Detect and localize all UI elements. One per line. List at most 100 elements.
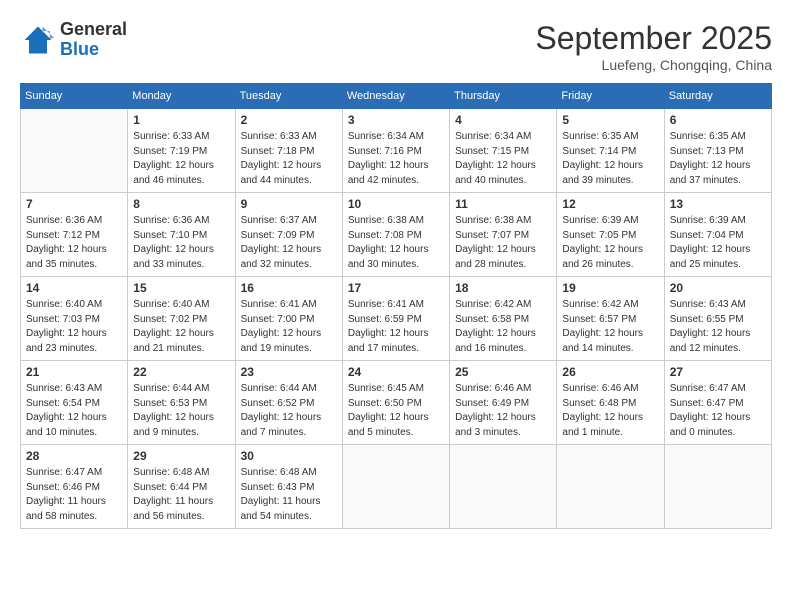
calendar-cell: 2 Sunrise: 6:33 AM Sunset: 7:18 PM Daylig… bbox=[235, 109, 342, 193]
day-info: Sunrise: 6:46 AM Sunset: 6:48 PM Dayligh… bbox=[562, 382, 658, 440]
calendar-cell: 1Sunrise: 6:33 AM Sunset: 7:19 PM Daylig… bbox=[128, 109, 235, 193]
day-number: 12 bbox=[562, 197, 658, 211]
day-number: 5 bbox=[562, 113, 658, 127]
calendar-header: SundayMondayTuesdayWednesdayThursdayFrid… bbox=[21, 84, 772, 109]
day-info: Sunrise: 6:36 AM Sunset: 7:10 PM Dayligh… bbox=[133, 214, 229, 272]
calendar-cell: 9 Sunrise: 6:37 AM Sunset: 7:09 PM Daylig… bbox=[235, 193, 342, 277]
calendar-cell: 30 Sunrise: 6:48 AM Sunset: 6:43 PM Dayli… bbox=[235, 445, 342, 529]
day-number: 4 bbox=[455, 113, 551, 127]
day-number: 20 bbox=[670, 281, 766, 295]
day-info: Sunrise: 6:38 AM Sunset: 7:07 PM Dayligh… bbox=[455, 214, 551, 272]
day-number: 26 bbox=[562, 365, 658, 379]
location: Luefeng, Chongqing, China bbox=[535, 57, 772, 73]
day-number: 28 bbox=[26, 449, 122, 463]
day-number: 13 bbox=[670, 197, 766, 211]
day-number: 16 bbox=[241, 281, 337, 295]
calendar-cell bbox=[342, 445, 449, 529]
calendar-table: SundayMondayTuesdayWednesdayThursdayFrid… bbox=[20, 83, 772, 529]
day-number: 3 bbox=[348, 113, 444, 127]
calendar-cell: 18 Sunrise: 6:42 AM Sunset: 6:58 PM Dayli… bbox=[450, 277, 557, 361]
day-info: Sunrise: 6:45 AM Sunset: 6:50 PM Dayligh… bbox=[348, 382, 444, 440]
day-info: Sunrise: 6:43 AM Sunset: 6:54 PM Dayligh… bbox=[26, 382, 122, 440]
day-number: 1 bbox=[133, 113, 229, 127]
day-info: Sunrise: 6:47 AM Sunset: 6:46 PM Dayligh… bbox=[26, 466, 122, 524]
day-number: 30 bbox=[241, 449, 337, 463]
day-info: Sunrise: 6:46 AM Sunset: 6:49 PM Dayligh… bbox=[455, 382, 551, 440]
day-info: Sunrise: 6:35 AM Sunset: 7:14 PM Dayligh… bbox=[562, 130, 658, 188]
day-number: 24 bbox=[348, 365, 444, 379]
day-info: Sunrise: 6:40 AM Sunset: 7:03 PM Dayligh… bbox=[26, 298, 122, 356]
day-number: 11 bbox=[455, 197, 551, 211]
day-info: Sunrise: 6:36 AM Sunset: 7:12 PM Dayligh… bbox=[26, 214, 122, 272]
calendar-cell: 19Sunrise: 6:42 AM Sunset: 6:57 PM Dayli… bbox=[557, 277, 664, 361]
day-number: 7 bbox=[26, 197, 122, 211]
calendar-week-3: 14 Sunrise: 6:40 AM Sunset: 7:03 PM Dayli… bbox=[21, 277, 772, 361]
day-number: 6 bbox=[670, 113, 766, 127]
calendar-cell: 8 Sunrise: 6:36 AM Sunset: 7:10 PM Daylig… bbox=[128, 193, 235, 277]
calendar-cell: 23 Sunrise: 6:44 AM Sunset: 6:52 PM Dayli… bbox=[235, 361, 342, 445]
day-info: Sunrise: 6:40 AM Sunset: 7:02 PM Dayligh… bbox=[133, 298, 229, 356]
day-info: Sunrise: 6:41 AM Sunset: 7:00 PM Dayligh… bbox=[241, 298, 337, 356]
day-info: Sunrise: 6:42 AM Sunset: 6:58 PM Dayligh… bbox=[455, 298, 551, 356]
calendar-cell bbox=[21, 109, 128, 193]
calendar-cell: 13 Sunrise: 6:39 AM Sunset: 7:04 PM Dayli… bbox=[664, 193, 771, 277]
day-number: 23 bbox=[241, 365, 337, 379]
day-number: 14 bbox=[26, 281, 122, 295]
day-number: 8 bbox=[133, 197, 229, 211]
calendar-cell: 6 Sunrise: 6:35 AM Sunset: 7:13 PM Daylig… bbox=[664, 109, 771, 193]
calendar-week-2: 7 Sunrise: 6:36 AM Sunset: 7:12 PM Daylig… bbox=[21, 193, 772, 277]
calendar-cell: 4 Sunrise: 6:34 AM Sunset: 7:15 PM Daylig… bbox=[450, 109, 557, 193]
calendar-cell: 15 Sunrise: 6:40 AM Sunset: 7:02 PM Dayli… bbox=[128, 277, 235, 361]
calendar-week-4: 21Sunrise: 6:43 AM Sunset: 6:54 PM Dayli… bbox=[21, 361, 772, 445]
weekday-header-saturday: Saturday bbox=[664, 84, 771, 109]
weekday-header-friday: Friday bbox=[557, 84, 664, 109]
calendar-body: 1Sunrise: 6:33 AM Sunset: 7:19 PM Daylig… bbox=[21, 109, 772, 529]
calendar-cell: 22Sunrise: 6:44 AM Sunset: 6:53 PM Dayli… bbox=[128, 361, 235, 445]
calendar-cell: 10Sunrise: 6:38 AM Sunset: 7:08 PM Dayli… bbox=[342, 193, 449, 277]
calendar-cell bbox=[664, 445, 771, 529]
calendar-cell: 3Sunrise: 6:34 AM Sunset: 7:16 PM Daylig… bbox=[342, 109, 449, 193]
day-number: 18 bbox=[455, 281, 551, 295]
day-number: 27 bbox=[670, 365, 766, 379]
day-info: Sunrise: 6:48 AM Sunset: 6:43 PM Dayligh… bbox=[241, 466, 337, 524]
day-info: Sunrise: 6:34 AM Sunset: 7:15 PM Dayligh… bbox=[455, 130, 551, 188]
calendar-cell: 7 Sunrise: 6:36 AM Sunset: 7:12 PM Daylig… bbox=[21, 193, 128, 277]
day-info: Sunrise: 6:33 AM Sunset: 7:18 PM Dayligh… bbox=[241, 130, 337, 188]
day-info: Sunrise: 6:35 AM Sunset: 7:13 PM Dayligh… bbox=[670, 130, 766, 188]
day-number: 2 bbox=[241, 113, 337, 127]
calendar-cell: 25 Sunrise: 6:46 AM Sunset: 6:49 PM Dayli… bbox=[450, 361, 557, 445]
day-info: Sunrise: 6:48 AM Sunset: 6:44 PM Dayligh… bbox=[133, 466, 229, 524]
logo-text: General Blue bbox=[60, 20, 127, 60]
weekday-header-thursday: Thursday bbox=[450, 84, 557, 109]
day-info: Sunrise: 6:43 AM Sunset: 6:55 PM Dayligh… bbox=[670, 298, 766, 356]
calendar-cell: 26 Sunrise: 6:46 AM Sunset: 6:48 PM Dayli… bbox=[557, 361, 664, 445]
calendar-cell: 20 Sunrise: 6:43 AM Sunset: 6:55 PM Dayli… bbox=[664, 277, 771, 361]
calendar-cell: 17 Sunrise: 6:41 AM Sunset: 6:59 PM Dayli… bbox=[342, 277, 449, 361]
day-info: Sunrise: 6:41 AM Sunset: 6:59 PM Dayligh… bbox=[348, 298, 444, 356]
calendar-cell: 24 Sunrise: 6:45 AM Sunset: 6:50 PM Dayli… bbox=[342, 361, 449, 445]
day-info: Sunrise: 6:39 AM Sunset: 7:04 PM Dayligh… bbox=[670, 214, 766, 272]
weekday-header-tuesday: Tuesday bbox=[235, 84, 342, 109]
calendar-week-5: 28 Sunrise: 6:47 AM Sunset: 6:46 PM Dayli… bbox=[21, 445, 772, 529]
day-info: Sunrise: 6:44 AM Sunset: 6:52 PM Dayligh… bbox=[241, 382, 337, 440]
day-number: 9 bbox=[241, 197, 337, 211]
day-number: 19 bbox=[562, 281, 658, 295]
day-number: 25 bbox=[455, 365, 551, 379]
day-info: Sunrise: 6:38 AM Sunset: 7:08 PM Dayligh… bbox=[348, 214, 444, 272]
logo: General Blue bbox=[20, 20, 127, 60]
day-number: 15 bbox=[133, 281, 229, 295]
month-title: September 2025 bbox=[535, 20, 772, 57]
weekday-header-sunday: Sunday bbox=[21, 84, 128, 109]
calendar-cell: 5 Sunrise: 6:35 AM Sunset: 7:14 PM Daylig… bbox=[557, 109, 664, 193]
calendar-cell: 28 Sunrise: 6:47 AM Sunset: 6:46 PM Dayli… bbox=[21, 445, 128, 529]
calendar-cell: 16 Sunrise: 6:41 AM Sunset: 7:00 PM Dayli… bbox=[235, 277, 342, 361]
calendar-cell: 11 Sunrise: 6:38 AM Sunset: 7:07 PM Dayli… bbox=[450, 193, 557, 277]
day-number: 17 bbox=[348, 281, 444, 295]
calendar-cell: 27Sunrise: 6:47 AM Sunset: 6:47 PM Dayli… bbox=[664, 361, 771, 445]
weekday-header-wednesday: Wednesday bbox=[342, 84, 449, 109]
day-info: Sunrise: 6:39 AM Sunset: 7:05 PM Dayligh… bbox=[562, 214, 658, 272]
day-number: 29 bbox=[133, 449, 229, 463]
day-info: Sunrise: 6:37 AM Sunset: 7:09 PM Dayligh… bbox=[241, 214, 337, 272]
calendar-cell bbox=[450, 445, 557, 529]
day-info: Sunrise: 6:44 AM Sunset: 6:53 PM Dayligh… bbox=[133, 382, 229, 440]
